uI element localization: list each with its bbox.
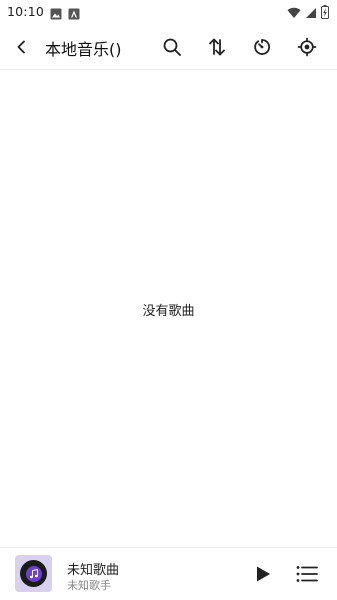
status-right-icons bbox=[287, 4, 329, 23]
sort-icon bbox=[209, 38, 225, 56]
album-art[interactable] bbox=[15, 555, 52, 592]
screen: 10:10 本地音乐() 没有歌曲 未知歌曲 未知歌手 bbox=[0, 0, 337, 600]
status-time: 10:10 bbox=[7, 4, 45, 19]
play-button[interactable] bbox=[252, 563, 274, 585]
page-title: 本地音乐() bbox=[45, 40, 122, 59]
song-artist: 未知歌手 bbox=[67, 579, 111, 592]
app-bar: 本地音乐() bbox=[0, 24, 337, 70]
a-notification-icon bbox=[68, 5, 80, 24]
playlist-button[interactable] bbox=[295, 563, 319, 585]
battery-charging-icon bbox=[321, 4, 329, 23]
playlist-icon bbox=[296, 566, 318, 582]
search-icon bbox=[163, 38, 181, 56]
locate-icon bbox=[297, 37, 317, 57]
music-note-icon bbox=[29, 568, 38, 578]
image-icon bbox=[50, 5, 62, 24]
status-bar: 10:10 bbox=[0, 0, 337, 24]
search-button[interactable] bbox=[160, 35, 184, 59]
wifi-icon bbox=[287, 4, 301, 23]
signal-icon bbox=[305, 4, 317, 23]
timer-icon bbox=[254, 39, 270, 55]
song-title: 未知歌曲 bbox=[67, 563, 120, 578]
play-icon bbox=[257, 566, 270, 582]
sort-button[interactable] bbox=[205, 35, 229, 59]
back-arrow-icon bbox=[17, 40, 25, 54]
empty-state-text: 没有歌曲 bbox=[142, 304, 195, 319]
status-left-icons bbox=[50, 5, 80, 24]
mini-player[interactable]: 未知歌曲 未知歌手 bbox=[0, 547, 337, 600]
timer-button[interactable] bbox=[250, 35, 274, 59]
locate-button[interactable] bbox=[295, 35, 319, 59]
back-button[interactable] bbox=[10, 35, 34, 59]
disc-icon bbox=[20, 560, 47, 587]
